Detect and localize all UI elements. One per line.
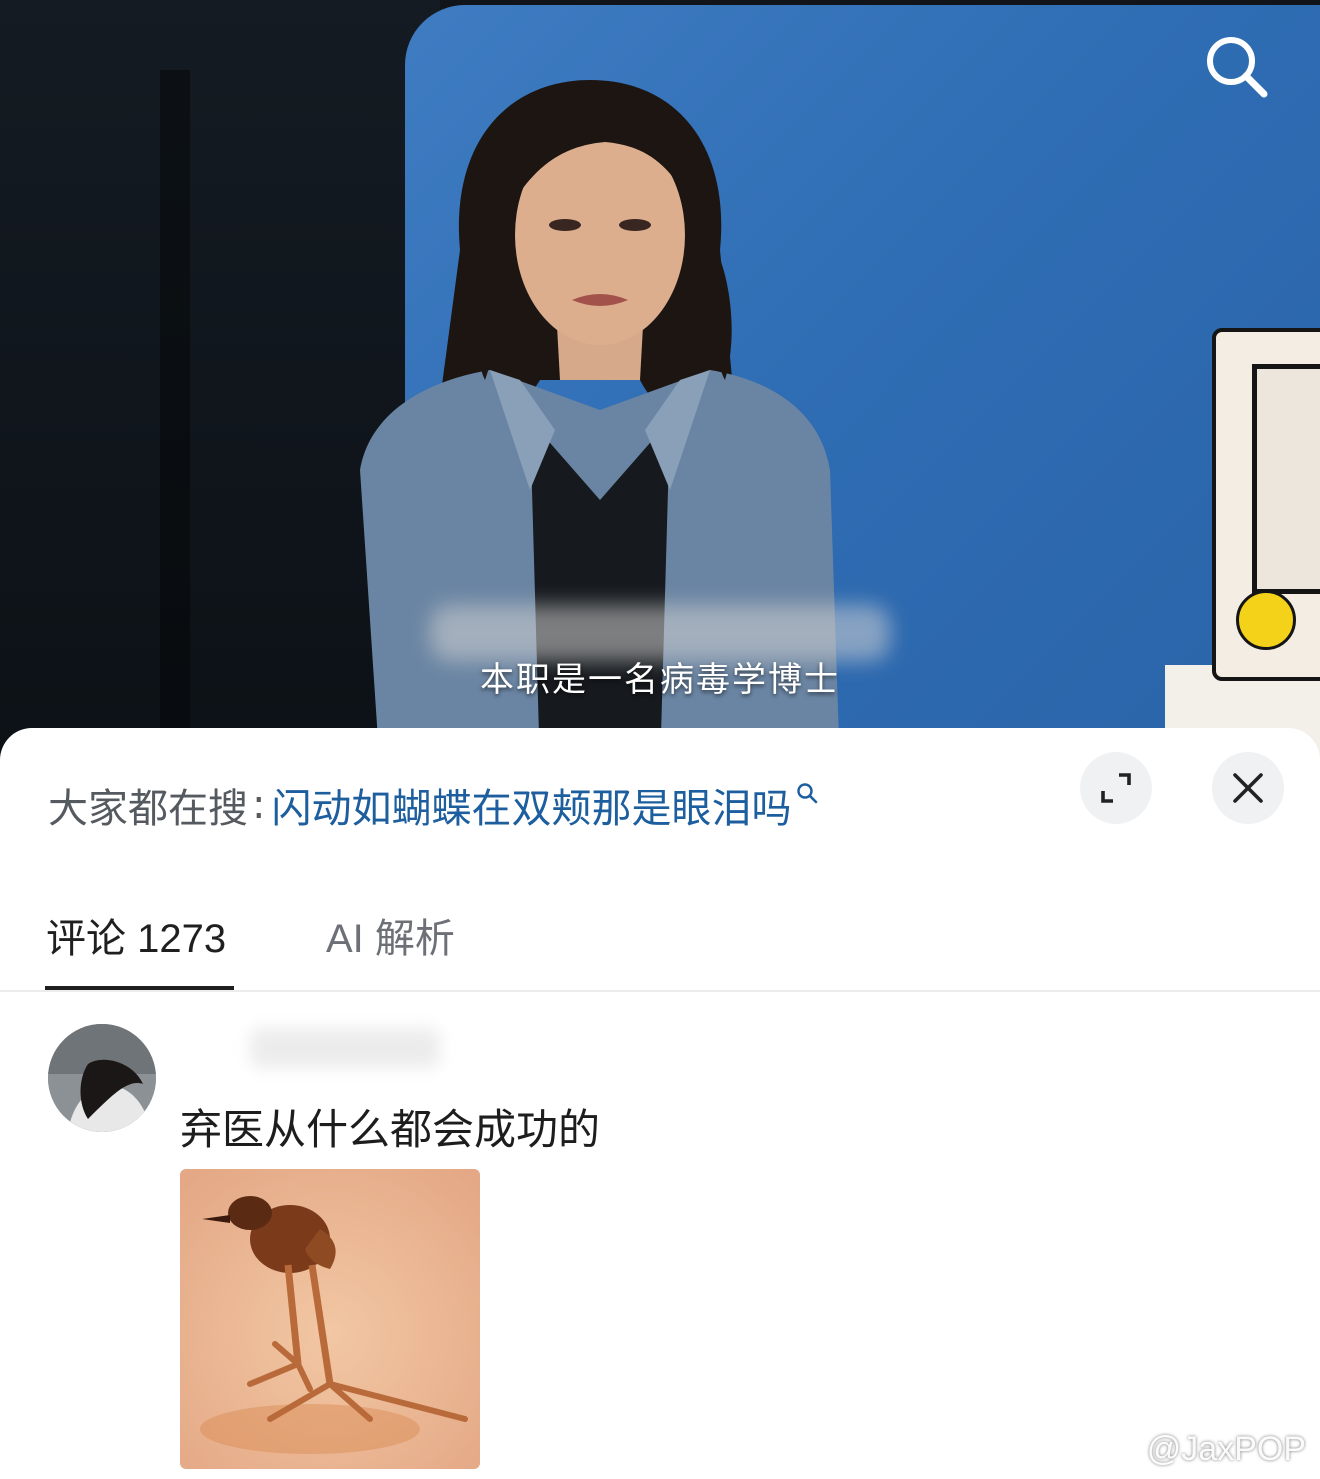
expand-button[interactable] (1080, 752, 1152, 824)
watermark-handle: @JaxPOP (1146, 1430, 1306, 1468)
tv-prop-screen (1252, 364, 1320, 594)
expand-icon (1101, 773, 1131, 803)
tab-ai-analysis[interactable]: AI 解析 (326, 906, 455, 964)
tv-prop (1212, 328, 1320, 681)
small-search-icon (797, 783, 818, 804)
comment-text: 弃医从什么都会成功的 (180, 1105, 601, 1154)
tab-bar: 评论 1273 AI 解析 (0, 878, 1320, 992)
avatar[interactable] (48, 1024, 156, 1132)
comment-sheet: 大家都在搜 : 闪动如蝴蝶在双颊那是眼泪吗 评论 1273 AI 解析 弃医从什… (0, 728, 1320, 1479)
video-subtitle: 本职是一名病毒学博士 (480, 660, 840, 700)
trending-label: 大家都在搜 (48, 786, 248, 832)
close-icon (1233, 773, 1263, 803)
search-button[interactable] (1200, 30, 1272, 102)
tv-prop-knob (1236, 590, 1296, 650)
comment-image[interactable] (180, 1169, 480, 1469)
tab-comments[interactable]: 评论 1273 (46, 906, 226, 964)
trending-query-link[interactable]: 闪动如蝴蝶在双颊那是眼泪吗 (271, 776, 791, 834)
trending-search-bar: 大家都在搜 : 闪动如蝴蝶在双颊那是眼泪吗 (48, 776, 819, 834)
bird-meme-image (180, 1169, 480, 1469)
tab-divider (0, 990, 1320, 992)
avatar-image (48, 1024, 156, 1132)
weibo-watermark: @JaxPOP (1103, 1430, 1306, 1469)
video-player[interactable]: 本职是一名病毒学博士 (0, 0, 1320, 770)
username-blurred (250, 1028, 440, 1068)
search-icon (1207, 37, 1268, 98)
weibo-logo-icon (1104, 1436, 1144, 1466)
trending-colon: : (252, 782, 266, 828)
close-button[interactable] (1212, 752, 1284, 824)
